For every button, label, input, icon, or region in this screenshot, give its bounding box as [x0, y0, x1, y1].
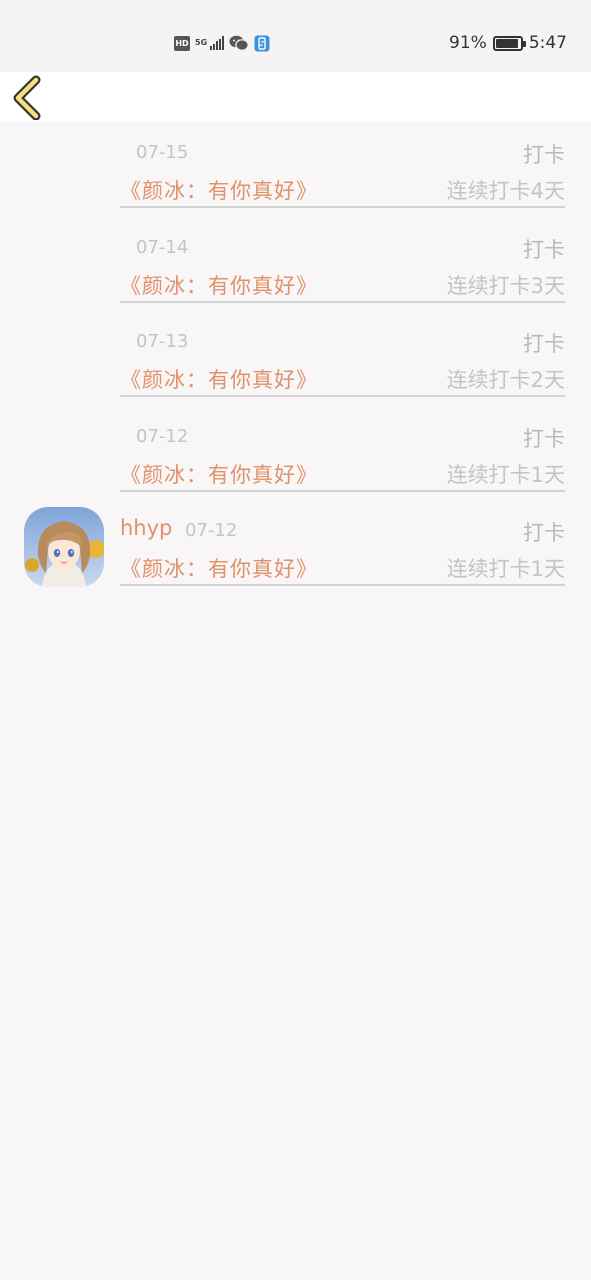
divider — [120, 489, 565, 492]
entry-action: 打卡 — [523, 143, 565, 167]
status-bar: HD 5G 91% 5:47 — [0, 0, 591, 72]
checkin-entry[interactable]: 07-15 打卡 《颜冰：有你真好》 连续打卡4天 — [0, 122, 591, 217]
divider — [120, 584, 565, 586]
status-icons: HD 5G — [174, 34, 270, 52]
5g-label: 5G — [195, 38, 208, 47]
avatar[interactable] — [24, 507, 104, 587]
divider — [120, 206, 565, 208]
entry-streak: 连续打卡1天 — [446, 462, 565, 487]
entry-streak: 连续打卡2天 — [446, 368, 565, 392]
checkin-entry[interactable]: 07-12 打卡 《颜冰：有你真好》 连续打卡1天 — [0, 406, 591, 501]
checkin-entry[interactable]: 07-13 打卡 《颜冰：有你真好》 连续打卡2天 — [0, 311, 591, 406]
entry-date: 07-15 — [136, 142, 189, 163]
hd-icon: HD — [174, 35, 190, 51]
entry-streak: 连续打卡1天 — [446, 557, 565, 581]
checkin-entry[interactable]: hhyp 07-12 打卡 《颜冰：有你真好》 连续打卡1天 — [0, 500, 591, 595]
top-nav-bar — [0, 72, 591, 122]
entry-action: 打卡 — [523, 332, 565, 356]
clock: 5:47 — [528, 33, 567, 53]
battery-icon — [492, 35, 526, 51]
entry-date: 07-14 — [136, 236, 189, 258]
entry-streak: 连续打卡3天 — [446, 273, 565, 298]
entry-title[interactable]: 《颜冰：有你真好》 — [120, 270, 318, 300]
divider — [120, 300, 565, 303]
checkin-feed: 07-15 打卡 《颜冰：有你真好》 连续打卡4天 07-14 打卡 《颜冰：有… — [0, 122, 591, 595]
entry-action: 打卡 — [523, 426, 565, 451]
avatar-image — [24, 507, 104, 587]
chevron-left-icon — [13, 75, 41, 121]
entry-date: 07-12 — [136, 425, 189, 447]
battery-level — [495, 38, 518, 48]
entry-title[interactable]: 《颜冰：有你真好》 — [120, 553, 318, 583]
phone-clone-icon — [254, 35, 270, 51]
entry-date: 07-12 — [185, 520, 238, 541]
back-button[interactable] — [10, 74, 54, 121]
battery-percent: 91% — [449, 33, 487, 53]
wechat-icon — [229, 35, 249, 51]
entry-title[interactable]: 《颜冰：有你真好》 — [120, 364, 318, 394]
entry-action: 打卡 — [523, 237, 565, 262]
checkin-entry[interactable]: 07-14 打卡 《颜冰：有你真好》 连续打卡3天 — [0, 217, 591, 312]
entry-date: 07-13 — [136, 331, 189, 352]
entry-streak: 连续打卡4天 — [446, 179, 565, 203]
user-name[interactable]: hhyp — [120, 516, 172, 540]
entry-title[interactable]: 《颜冰：有你真好》 — [120, 175, 318, 205]
entry-title[interactable]: 《颜冰：有你真好》 — [120, 459, 318, 489]
divider — [120, 395, 565, 397]
status-right: 91% 5:47 — [449, 32, 567, 54]
signal-icon — [210, 36, 224, 50]
entry-action: 打卡 — [523, 521, 565, 545]
